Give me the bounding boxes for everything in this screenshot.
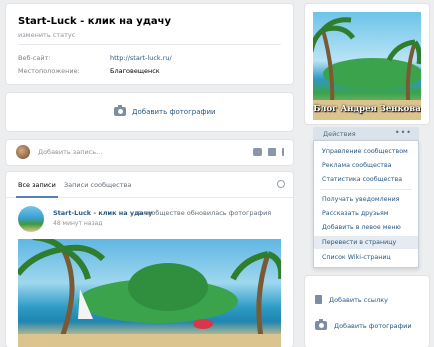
cover-title: Блог Андрея Зенкова <box>313 104 421 114</box>
profile-card: Start-Luck - клик на удачу изменить стат… <box>6 4 293 84</box>
website-label: Веб-сайт: <box>18 54 51 62</box>
website-link[interactable]: http://start-luck.ru/ <box>110 54 172 62</box>
divider <box>18 44 281 45</box>
pin-icon <box>315 295 322 304</box>
camera-icon[interactable] <box>253 148 262 156</box>
add-photos-button[interactable]: Добавить фотографии <box>114 105 216 116</box>
menu-item-community-ads[interactable]: Реклама сообщества <box>314 159 418 172</box>
camera-icon <box>315 319 327 330</box>
menu-item-wiki-pages[interactable]: Список Wiki-страниц <box>314 251 418 264</box>
wall-tabs: Все записи Записи сообщества <box>6 172 293 198</box>
add-photos-label: Добавить фотографии <box>132 107 216 116</box>
post-composer[interactable]: Добавить запись... <box>6 140 293 165</box>
menu-item-manage-community[interactable]: Управление сообществом <box>314 145 418 158</box>
post-image[interactable] <box>18 239 281 347</box>
add-photos-side-button[interactable]: Добавить фотографии <box>315 319 412 330</box>
actions-menu: Управление сообществом Реклама сообществ… <box>313 140 419 268</box>
avatar <box>16 145 30 159</box>
status-edit-link[interactable]: изменить статус <box>18 31 75 39</box>
post-timestamp[interactable]: 48 минут назад <box>53 220 102 227</box>
community-cover-card: Блог Андрея Зенкова <box>305 4 429 124</box>
music-icon[interactable] <box>282 148 287 156</box>
location-label: Местоположение: <box>18 67 80 75</box>
actions-label: Действия <box>323 130 356 138</box>
post-action-text: в сообществе обновилась фотография <box>138 209 272 217</box>
post-avatar[interactable] <box>18 206 44 232</box>
tab-all-posts[interactable]: Все записи <box>18 181 56 189</box>
add-link-label: Добавить ссылку <box>329 295 388 304</box>
tab-community-posts[interactable]: Записи сообщества <box>64 181 131 189</box>
add-link-button[interactable]: Добавить ссылку <box>315 295 388 304</box>
menu-item-convert-to-page[interactable]: Перевести в страницу <box>314 236 418 249</box>
menu-item-get-notifications[interactable]: Получать уведомления <box>314 193 418 206</box>
camera-icon <box>114 105 126 116</box>
active-tab-indicator <box>16 196 58 198</box>
more-dots-icon: ••• <box>394 128 412 137</box>
actions-dropdown-button[interactable]: Действия ••• <box>313 127 419 140</box>
side-actions-card: Добавить ссылку Добавить фотографии <box>305 276 429 347</box>
post-input[interactable]: Добавить запись... <box>38 148 102 156</box>
video-icon[interactable] <box>268 148 276 156</box>
community-name: Start-Luck - клик на удачу <box>18 16 172 27</box>
wall: Все записи Записи сообщества Start-Luck … <box>6 172 293 347</box>
tropical-scene-illustration <box>18 239 281 347</box>
photos-card: Добавить фотографии <box>6 93 293 131</box>
menu-item-tell-friends[interactable]: Рассказать друзьям <box>314 207 418 220</box>
community-avatar[interactable]: Блог Андрея Зенкова <box>313 12 421 120</box>
menu-divider <box>320 189 412 190</box>
search-icon[interactable] <box>277 180 285 188</box>
add-photos-side-label: Добавить фотографии <box>334 321 412 330</box>
location-value: Благовещенск <box>110 67 160 75</box>
menu-item-community-stats[interactable]: Статистика сообщества <box>314 173 418 186</box>
menu-item-add-to-left-menu[interactable]: Добавить в левое меню <box>314 221 418 234</box>
